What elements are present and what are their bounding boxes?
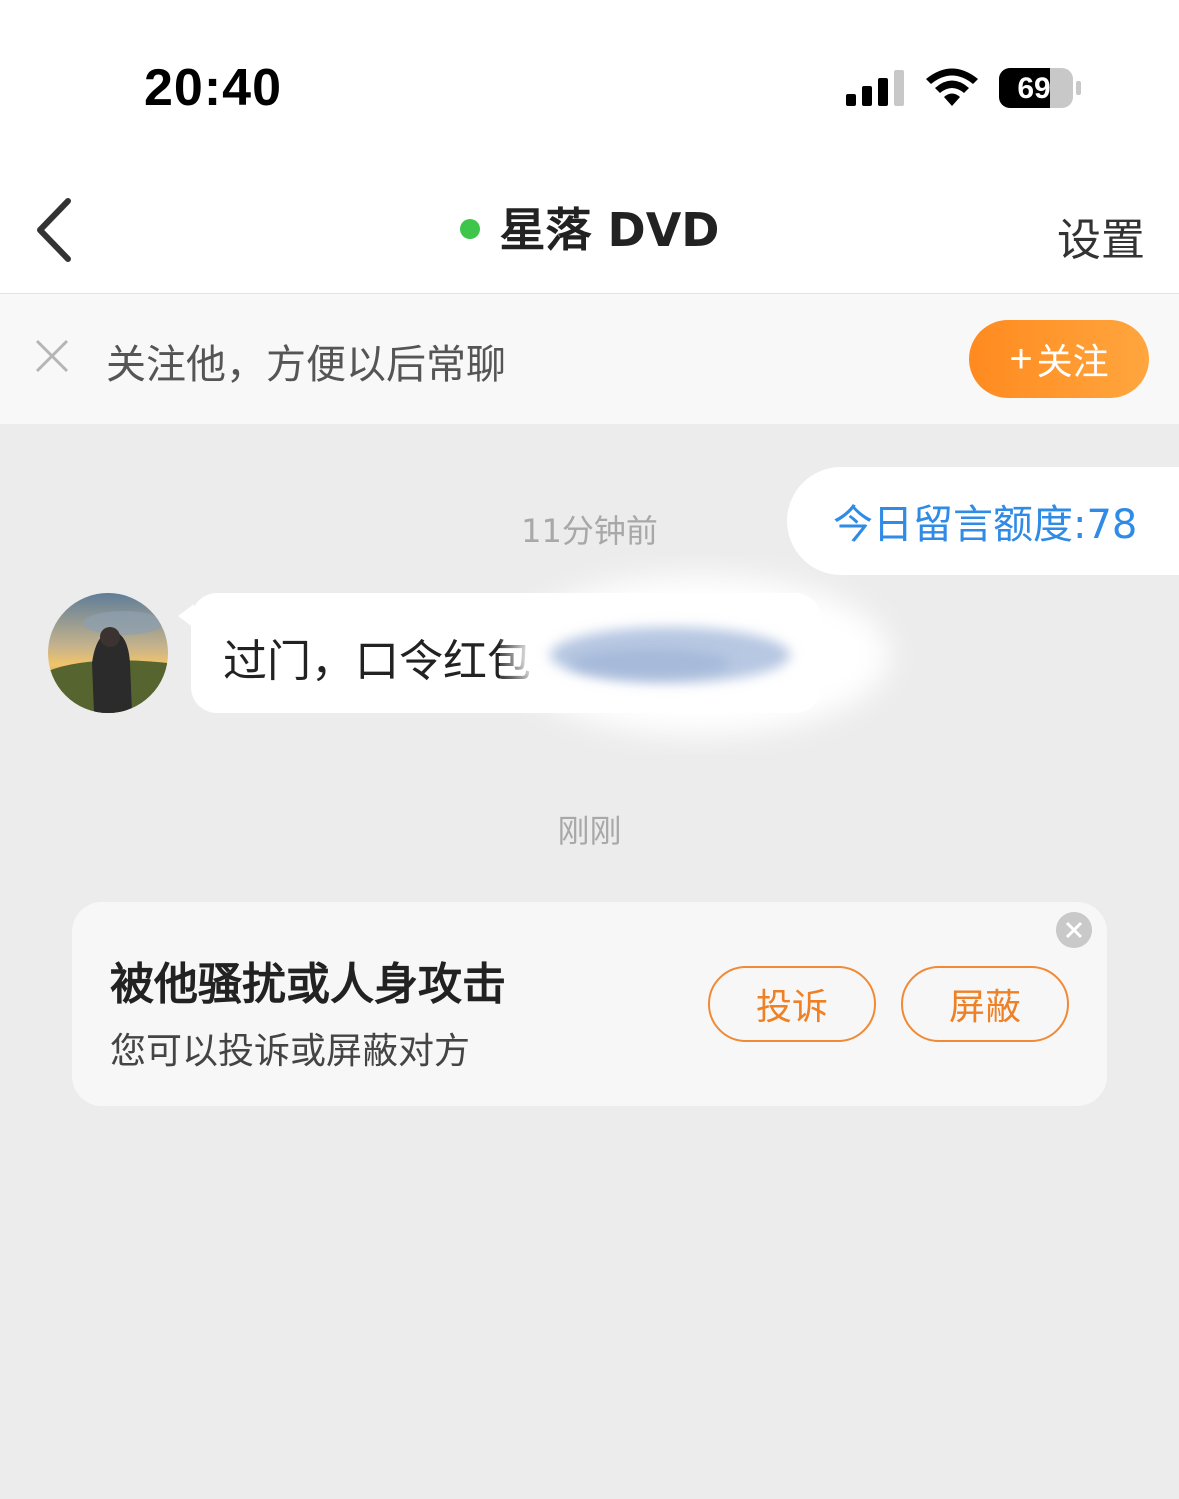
nav-title-wrap: 星落 DVD bbox=[0, 170, 1179, 293]
close-icon[interactable] bbox=[1056, 912, 1092, 948]
nav-bar: 星落 DVD 设置 bbox=[0, 170, 1179, 294]
chat-page: 20:40 69 星落 DVD 设置 关注他，方便以后常聊 + 关注 今日留言额… bbox=[0, 0, 1179, 1499]
wifi-icon bbox=[926, 68, 978, 106]
close-icon[interactable] bbox=[34, 338, 70, 374]
message-timestamp: 11分钟前 bbox=[0, 506, 1179, 552]
message-time-text: 11分钟前 bbox=[521, 512, 658, 550]
complain-button[interactable]: 投诉 bbox=[708, 966, 876, 1042]
settings-button[interactable]: 设置 bbox=[1057, 204, 1145, 268]
status-time: 20:40 bbox=[144, 59, 282, 117]
chevron-left-icon bbox=[37, 198, 71, 262]
chat-title: 星落 DVD bbox=[499, 202, 720, 257]
follow-button[interactable]: + 关注 bbox=[969, 320, 1149, 398]
battery-icon: 69 bbox=[999, 68, 1081, 108]
avatar-image bbox=[48, 593, 168, 713]
back-button[interactable] bbox=[28, 195, 84, 265]
status-bar: 20:40 69 bbox=[0, 0, 1179, 170]
message-text: 过门，口令红包 bbox=[223, 636, 531, 687]
cellular-signal-icon bbox=[846, 70, 904, 106]
report-card: 被他骚扰或人身攻击 您可以投诉或屏蔽对方 投诉 屏蔽 bbox=[72, 902, 1107, 1106]
redaction-mark bbox=[510, 575, 890, 735]
plus-icon: + bbox=[1009, 336, 1033, 381]
report-card-title: 被他骚扰或人身攻击 bbox=[110, 959, 506, 1010]
follow-prompt-text: 关注他，方便以后常聊 bbox=[106, 342, 506, 388]
online-status-dot bbox=[459, 218, 480, 239]
battery-level: 69 bbox=[1017, 72, 1050, 105]
avatar[interactable] bbox=[48, 593, 168, 713]
report-card-subtitle: 您可以投诉或屏蔽对方 bbox=[110, 1031, 471, 1072]
block-button[interactable]: 屏蔽 bbox=[901, 966, 1069, 1042]
follow-button-label: 关注 bbox=[1036, 341, 1109, 382]
notice-timestamp: 刚刚 bbox=[557, 812, 622, 850]
follow-prompt-bar: 关注他，方便以后常聊 + 关注 bbox=[0, 294, 1179, 424]
